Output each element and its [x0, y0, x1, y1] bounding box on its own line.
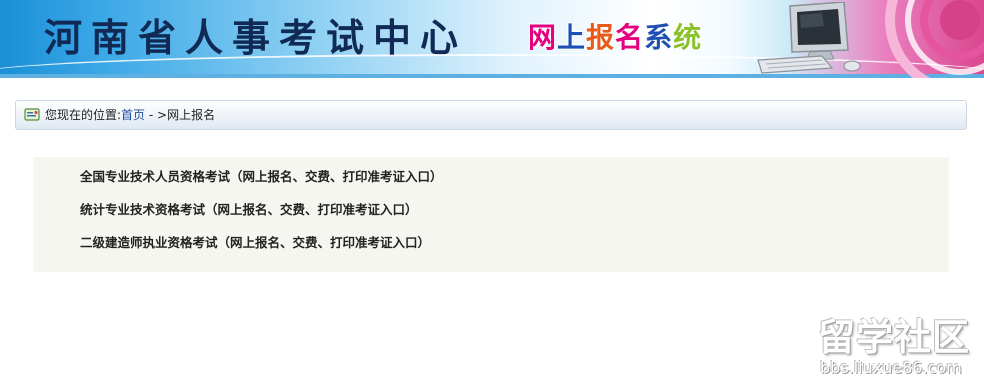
breadcrumb-home-link[interactable]: 首页: [121, 108, 145, 122]
watermark-brand: 留学社区: [818, 316, 970, 359]
pink-rings-decoration: [885, 0, 984, 78]
breadcrumb-current: 网上报名: [167, 108, 216, 122]
exam-list-panel: 全国专业技术人员资格考试（网上报名、交费、打印准考证入口） 统计专业技术资格考试…: [33, 157, 949, 272]
header-bottom-line: [0, 74, 984, 78]
exam-link-statistics[interactable]: 统计专业技术资格考试（网上报名、交费、打印准考证入口）: [80, 201, 418, 219]
system-title-char: 网: [528, 21, 558, 54]
breadcrumb-separator: - >: [145, 108, 168, 122]
breadcrumb-prefix: 您现在的位置:: [45, 108, 122, 122]
breadcrumb: 您现在的位置:首页 - >网上报名: [15, 100, 967, 130]
exam-link-professional-tech[interactable]: 全国专业技术人员资格考试（网上报名、交费、打印准考证入口）: [80, 168, 443, 186]
system-title: 网上报名系统: [528, 18, 702, 58]
system-title-char: 上: [557, 21, 587, 54]
location-card-icon: [24, 108, 40, 121]
system-title-char: 报: [586, 21, 616, 54]
site-title: 河南省人事考试中心: [44, 15, 468, 60]
breadcrumb-text: 您现在的位置:首页 - >网上报名: [45, 101, 215, 129]
site-header: 河南省人事考试中心 网上报名系统: [0, 0, 984, 78]
system-title-char: 统: [673, 21, 703, 54]
system-title-char: 系: [644, 21, 674, 54]
system-title-char: 名: [615, 21, 645, 54]
exam-link-constructor[interactable]: 二级建造师执业资格考试（网上报名、交费、打印准考证入口）: [80, 234, 430, 252]
watermark-url: bbs.liuxue86.com: [820, 358, 962, 377]
computer-icon: [757, 2, 861, 74]
